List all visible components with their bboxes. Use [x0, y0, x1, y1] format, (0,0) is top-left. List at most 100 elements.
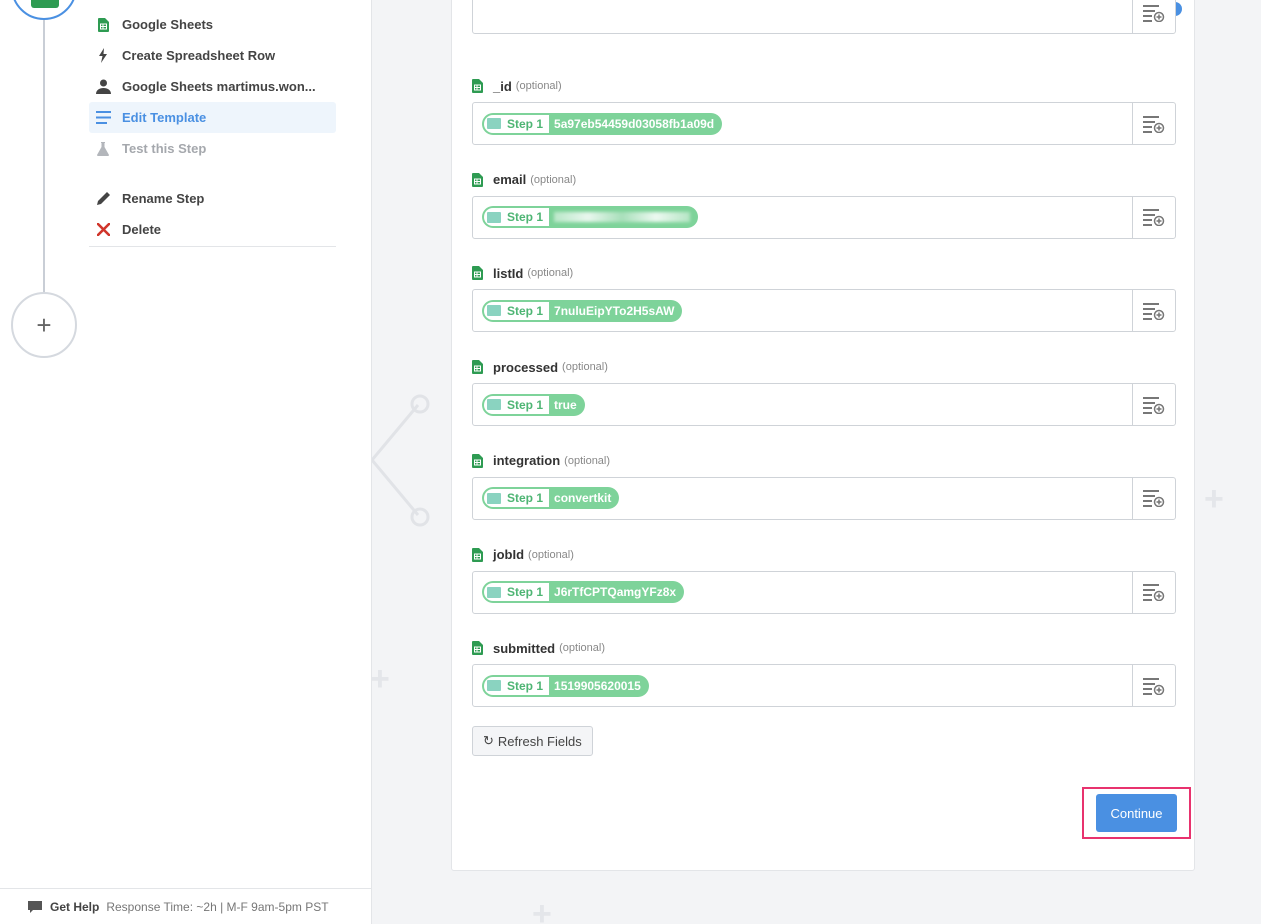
chat-icon	[28, 900, 42, 913]
field-input: Step 1 5a97eb54459d03058fb1a09d	[472, 102, 1176, 145]
step-menu: Google Sheets Create Spreadsheet Row Goo…	[89, 9, 336, 247]
refresh-icon: ↻	[483, 733, 494, 748]
app-mini-icon	[487, 586, 501, 598]
field-text-area[interactable]: Step 1 5a97eb54459d03058fb1a09d	[473, 103, 1132, 144]
field-input: Step 1 7nuluEipYTo2H5sAW	[472, 289, 1176, 333]
refresh-fields-button[interactable]: ↻ Refresh Fields	[472, 726, 593, 756]
field-4: integration (optional) Step 1 convertkit	[472, 452, 1176, 520]
step-tag: Step 1	[484, 583, 550, 601]
field-text-area[interactable]: Step 1 1519905620015	[473, 665, 1132, 706]
field-text-area[interactable]: Step 1 convertkit	[473, 478, 1132, 519]
insert-field-button[interactable]	[1132, 290, 1175, 332]
insert-field-button[interactable]	[1132, 571, 1175, 613]
mapped-value-pill[interactable]: Step 1 5a97eb54459d03058fb1a09d	[482, 112, 723, 135]
app-mini-icon	[487, 118, 501, 129]
pill-value: 7nuluEipYTo2H5sAW	[554, 303, 675, 318]
step-label: Step 1	[507, 397, 544, 412]
timeline-line	[43, 0, 45, 295]
lightning-icon	[95, 48, 111, 64]
insert-field-button[interactable]	[1132, 477, 1175, 519]
sidebar-item-label: Google Sheets	[122, 17, 214, 32]
optional-tag: (optional)	[528, 548, 574, 561]
field-text-area[interactable]: Step 1 J6rTfCPTQamgYFz8x	[473, 572, 1132, 613]
pill-value: 5a97eb54459d03058fb1a09d	[554, 116, 715, 131]
sidebar-item-label: Edit Template	[122, 110, 207, 125]
field-text-area[interactable]: Step 1 7nuluEipYTo2H5sAW	[473, 290, 1132, 331]
optional-tag: (optional)	[530, 173, 577, 186]
field-label: listId (optional)	[472, 264, 1176, 282]
field-label: jobId (optional)	[472, 546, 1176, 564]
app-mini-icon	[487, 211, 501, 223]
sidebar-item-label: Test this Step	[122, 141, 207, 156]
user-icon	[95, 79, 111, 95]
mapped-value-pill[interactable]: Step 1 convertkit	[482, 487, 620, 510]
continue-highlight: Continue	[1082, 787, 1191, 839]
add-step-button[interactable]: +	[11, 292, 77, 358]
insert-field-button[interactable]	[1132, 103, 1175, 144]
mapped-value-pill[interactable]: Step 1 1519905620015	[482, 674, 649, 697]
template-editor-panel: _id (optional) Step 1 5a97eb54459d03058fb1a…	[451, 0, 1195, 871]
sidebar-item-edit-template[interactable]: Edit Template	[89, 102, 336, 133]
mapped-value-pill[interactable]: Step 1 7nuluEipYTo2H5sAW	[482, 299, 683, 322]
sidebar-item-action[interactable]: Create Spreadsheet Row	[89, 40, 336, 71]
delete-step-button[interactable]: Delete	[89, 214, 336, 245]
insert-field-button[interactable]	[1132, 665, 1175, 707]
field-0: _id (optional) Step 1 5a97eb54459d03058fb1a…	[472, 77, 1176, 145]
field-5: jobId (optional) Step 1 J6rTfCPTQamgYFz8x	[472, 546, 1176, 614]
step-label: Step 1	[507, 678, 544, 693]
field-input: Step 1 convertkit	[472, 476, 1176, 520]
app-step-node[interactable]	[11, 0, 77, 20]
insert-field-icon	[1143, 209, 1165, 227]
field-text-area[interactable]: Step 1 true	[473, 384, 1132, 425]
mapped-value-pill[interactable]: Step 1	[482, 206, 699, 229]
sidebar-item-account[interactable]: Google Sheets martimus.won...	[89, 71, 336, 102]
google-sheets-icon	[472, 360, 483, 375]
field-previous	[472, 0, 1176, 34]
step-label: Step 1	[507, 303, 544, 318]
response-time-note: Response Time: ~2h | M-F 9am-5pm PST	[106, 899, 329, 914]
get-help-link[interactable]: Get Help	[50, 900, 99, 914]
pill-value: convertkit	[554, 491, 612, 506]
optional-tag: (optional)	[559, 642, 605, 655]
app-mini-icon	[487, 305, 501, 317]
optional-tag: (optional)	[562, 361, 608, 374]
optional-tag: (optional)	[527, 267, 574, 280]
rename-step-button[interactable]: Rename Step	[89, 183, 336, 214]
field-name: processed	[493, 359, 559, 375]
step-tag: Step 1	[484, 114, 550, 133]
mapped-value-pill[interactable]: Step 1 J6rTfCPTQamgYFz8x	[482, 581, 685, 603]
field-6: submitted (optional) Step 1 1519905620015	[472, 639, 1176, 708]
insert-field-icon	[1143, 677, 1165, 695]
sidebar-item-test-step[interactable]: Test this Step	[89, 133, 336, 164]
sidebar-item-label: Create Spreadsheet Row	[122, 48, 276, 63]
app-mini-icon	[487, 680, 501, 692]
field-name: listId	[493, 265, 524, 281]
google-sheets-icon	[472, 79, 483, 93]
google-sheets-icon	[472, 453, 483, 468]
insert-field-button[interactable]	[1132, 0, 1175, 33]
refresh-label: Refresh Fields	[497, 733, 582, 749]
field-text-area[interactable]	[473, 0, 1132, 33]
google-sheets-icon	[472, 266, 483, 281]
field-label: processed (optional)	[472, 358, 1176, 376]
insert-field-button[interactable]	[1132, 384, 1175, 426]
field-name: integration	[493, 453, 561, 469]
mapped-value-pill[interactable]: Step 1 true	[482, 393, 585, 416]
sidebar-item-label: Rename Step	[122, 191, 205, 206]
insert-field-icon	[1143, 490, 1165, 508]
field-name: submitted	[493, 640, 556, 656]
pill-value: true	[554, 397, 577, 412]
pencil-icon	[95, 191, 111, 207]
background-plus-decoration: +	[1204, 480, 1224, 518]
pill-value: J6rTfCPTQamgYFz8x	[554, 585, 677, 599]
field-text-area[interactable]: Step 1	[473, 197, 1132, 238]
insert-field-button[interactable]	[1132, 196, 1175, 238]
continue-button[interactable]: Continue	[1096, 794, 1177, 832]
google-sheets-icon	[472, 547, 483, 562]
sidebar-item-google-sheets[interactable]: Google Sheets	[89, 9, 336, 40]
background-plus-decoration: +	[370, 660, 390, 698]
background-branch-decoration	[372, 394, 430, 527]
field-label: _id (optional)	[472, 77, 1176, 95]
app-mini-icon	[487, 399, 501, 411]
step-tag: Step 1	[484, 489, 550, 508]
